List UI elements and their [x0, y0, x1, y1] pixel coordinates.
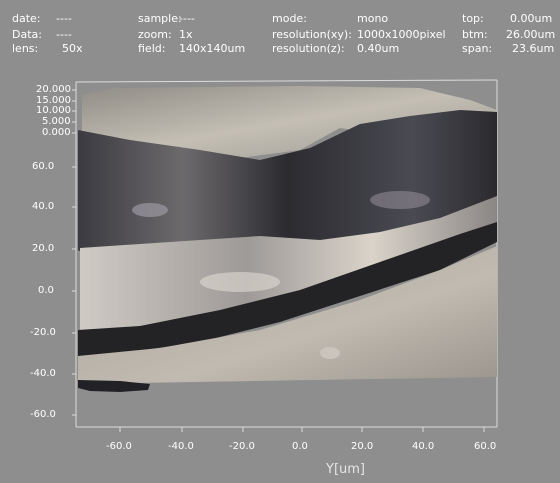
y-tick-label: 0.0 [292, 441, 308, 452]
y-tick-label: 60.0 [474, 441, 497, 452]
x-tick-label: 20.0 [32, 243, 55, 254]
y-tick-label: -40.0 [168, 441, 194, 452]
x-tick-label: -40.0 [30, 368, 56, 379]
x-tick-label: 40.0 [32, 201, 55, 212]
x-tick-label: 0.0 [38, 285, 54, 296]
y-tick-label: 40.0 [412, 441, 435, 452]
x-tick-label: 60.0 [32, 161, 55, 172]
y-tick-label: 20.0 [351, 441, 374, 452]
y-tick-label: -20.0 [229, 441, 255, 452]
surface-render [78, 86, 497, 392]
y-axis-title: Y[um] [326, 462, 365, 477]
x-tick-label: -60.0 [30, 409, 56, 420]
z-tick-label: 10.000 [36, 105, 71, 116]
z-tick-label: 5.000 [42, 116, 71, 127]
z-tick-label: 20.000 [36, 84, 71, 95]
z-tick-label: 0.000 [42, 127, 71, 138]
surface-3d-plot[interactable] [0, 0, 560, 483]
x-tick-label: -20.0 [30, 327, 56, 338]
y-tick-label: -60.0 [106, 441, 132, 452]
